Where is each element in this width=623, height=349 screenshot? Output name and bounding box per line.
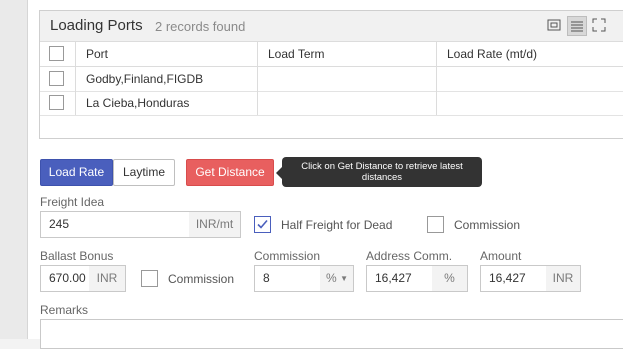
commission-checkbox[interactable] [427,216,444,233]
address-comm-unit: % [432,265,468,292]
ballast-commission-label: Commission [168,272,235,286]
ballast-bonus-unit: INR [89,265,126,292]
address-comm-label: Address Comm. [366,249,453,263]
table-row[interactable]: La Cieba,Honduras [40,91,623,116]
select-all-checkbox[interactable] [49,46,64,61]
main-content: Loading Ports 2 records found Port Load … [28,0,623,349]
window-icon[interactable] [545,16,563,34]
caret-down-icon: ▼ [340,274,348,283]
laytime-button[interactable]: Laytime [113,159,175,186]
column-port[interactable]: Port [86,47,108,61]
commission-unit-value: % [326,271,337,285]
commission-input[interactable]: 8 [254,265,321,292]
freight-idea-input[interactable]: 245 [40,211,190,238]
half-freight-label: Half Freight for Dead [281,218,393,232]
address-comm-input[interactable]: 16,427 [366,265,433,292]
commission-unit-select[interactable]: % ▼ [320,265,354,292]
row-checkbox[interactable] [49,95,64,110]
freight-idea-label: Freight Idea [40,195,105,209]
panel-title: Loading Ports [50,17,143,34]
ballast-commission-checkbox[interactable] [141,270,158,287]
port-cell: La Cieba,Honduras [86,96,190,110]
panel-header: Loading Ports 2 records found [40,11,623,42]
half-freight-checkbox[interactable] [254,216,271,233]
get-distance-tooltip: Click on Get Distance to retrieve latest… [276,157,482,187]
get-distance-button[interactable]: Get Distance [186,159,274,186]
left-gutter [0,0,28,339]
remarks-textarea[interactable] [40,319,623,349]
ballast-bonus-label: Ballast Bonus [40,249,114,263]
list-view-icon[interactable] [567,16,587,36]
freight-idea-unit: INR/mt [189,211,241,238]
record-count: 2 records found [155,19,246,34]
commission-field-label: Commission [254,249,321,263]
expand-icon[interactable] [590,16,608,34]
table-header: Port Load Term Load Rate (mt/d) [40,42,623,67]
table-row[interactable]: Godby,Finland,FIGDB [40,67,623,92]
commission-checkbox-label: Commission [454,218,521,232]
amount-label: Amount [480,249,522,263]
amount-input[interactable]: 16,427 [480,265,547,292]
load-rate-button[interactable]: Load Rate [40,159,113,186]
column-load-rate[interactable]: Load Rate (mt/d) [447,47,537,61]
checkmark-icon [257,219,268,229]
amount-unit: INR [546,265,581,292]
row-checkbox[interactable] [49,71,64,86]
remarks-label: Remarks [40,303,89,317]
port-cell: Godby,Finland,FIGDB [86,72,204,86]
loading-ports-panel: Loading Ports 2 records found Port Load … [39,10,623,139]
ballast-bonus-input[interactable]: 670.00 [40,265,90,292]
column-load-term[interactable]: Load Term [268,47,324,61]
